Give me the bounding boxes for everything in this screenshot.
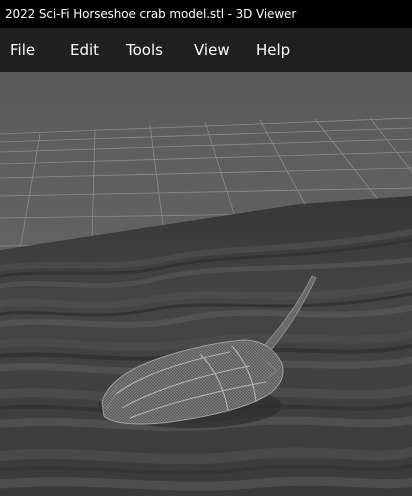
3d-viewport[interactable] [0, 72, 412, 496]
window-title: 2022 Sci-Fi Horseshoe crab model.stl - 3… [5, 7, 297, 21]
menu-help[interactable]: Help [246, 28, 306, 72]
menu-view[interactable]: View [184, 28, 246, 72]
menu-tools[interactable]: Tools [118, 28, 184, 72]
title-bar: 2022 Sci-Fi Horseshoe crab model.stl - 3… [0, 0, 412, 28]
menu-file[interactable]: File [0, 28, 62, 72]
menu-edit[interactable]: Edit [62, 28, 118, 72]
app-window: 2022 Sci-Fi Horseshoe crab model.stl - 3… [0, 0, 412, 496]
menu-bar: File Edit Tools View Help [0, 28, 412, 72]
